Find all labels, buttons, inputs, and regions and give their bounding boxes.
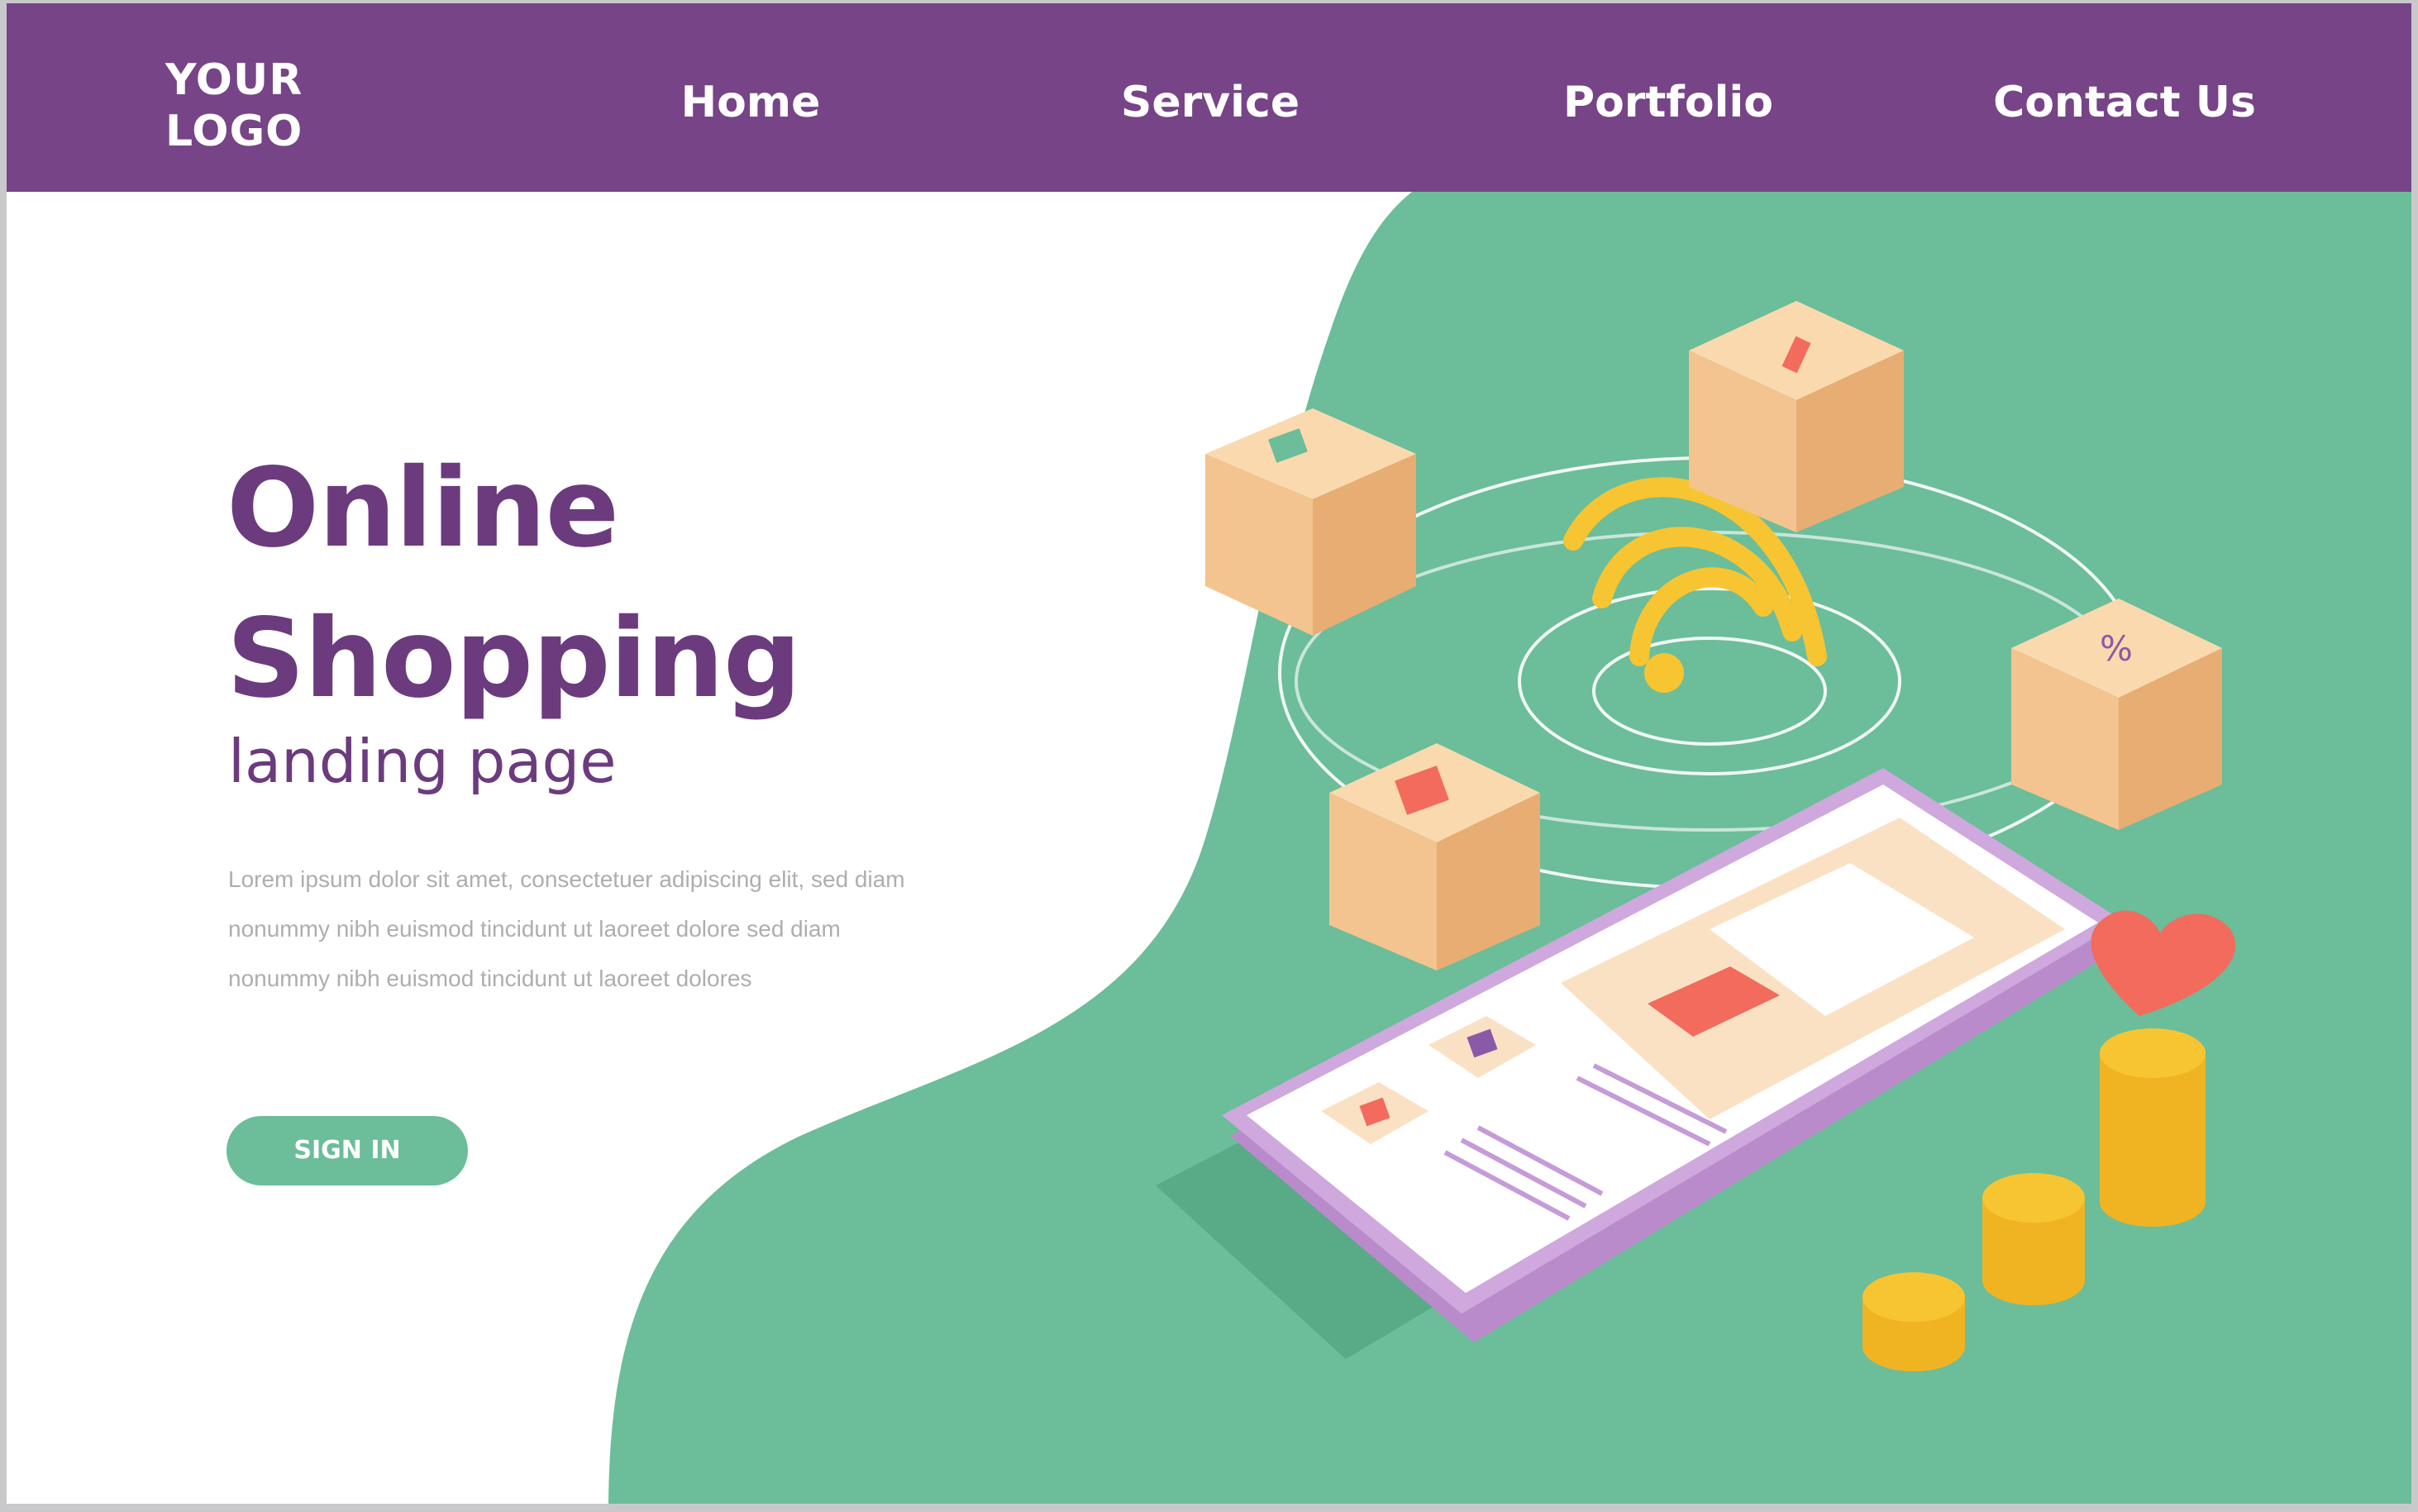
coin-stack-icon [2100, 1028, 2206, 1227]
package-box-icon [1689, 301, 1904, 532]
package-box-icon [1205, 408, 1416, 636]
coin-stack-icon [1862, 1272, 1965, 1371]
package-box-icon [1329, 743, 1540, 971]
package-box-icon: % [2011, 599, 2222, 830]
heart-icon [2091, 910, 2236, 1016]
percent-label: % [2100, 628, 2133, 669]
wifi-dot [1644, 653, 1684, 693]
coin-stack-icon [1982, 1173, 2085, 1305]
shopping-illustration: % [1156, 301, 2236, 1371]
page: YOUR LOGO Home Service Portfolio Contact… [7, 3, 2411, 1504]
